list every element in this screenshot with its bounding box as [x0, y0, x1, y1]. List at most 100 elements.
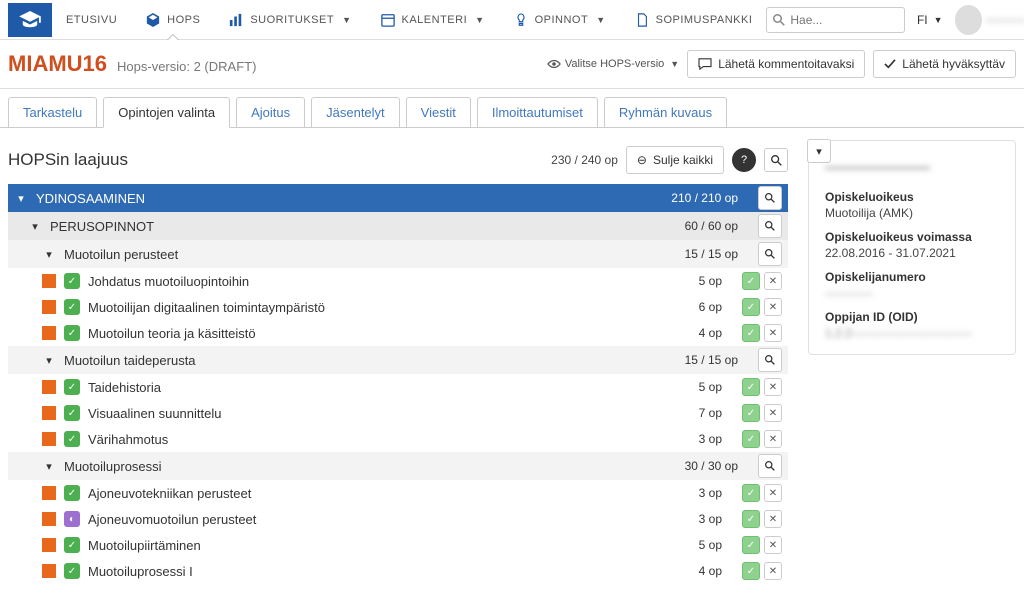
tabs: Tarkastelu Opintojen valinta Ajoitus Jäs…	[0, 89, 1024, 128]
detail-button[interactable]	[758, 454, 782, 478]
remove-button[interactable]: ✕	[764, 536, 782, 554]
help-button[interactable]: ?	[732, 148, 756, 172]
detail-button[interactable]	[758, 186, 782, 210]
app-logo[interactable]	[8, 3, 52, 37]
search-input-wrap[interactable]	[766, 7, 905, 33]
lang-select[interactable]: FI▼	[917, 13, 943, 27]
tab-ajoitus[interactable]: Ajoitus	[236, 97, 305, 128]
remove-button[interactable]: ✕	[764, 378, 782, 396]
send-comment-button[interactable]: Lähetä kommentoitavaksi	[687, 50, 865, 78]
plan-version: Hops-versio: 2 (DRAFT)	[117, 59, 256, 74]
student-card: ▾ ——————— Opiskeluoikeus Muotoilija (AMK…	[808, 140, 1016, 355]
detail-button[interactable]	[758, 214, 782, 238]
zoom-button[interactable]	[764, 148, 788, 172]
accept-button[interactable]: ✓	[742, 536, 760, 554]
comment-icon	[698, 58, 712, 70]
total-credits: 230 / 240 op	[551, 153, 618, 167]
tab-viestit[interactable]: Viestit	[406, 97, 471, 128]
remove-button[interactable]: ✕	[764, 298, 782, 316]
nav-contracts[interactable]: SOPIMUSPANKKI	[620, 0, 767, 40]
nav-calendar[interactable]: KALENTERI▼	[366, 0, 499, 40]
status-square	[42, 432, 56, 446]
detail-button[interactable]	[758, 348, 782, 372]
status-square	[42, 406, 56, 420]
user-name[interactable]: ———	[986, 12, 1016, 27]
version-selector[interactable]: Valitse HOPS-versio▼	[547, 58, 679, 70]
scope-title: HOPSin laajuus	[8, 150, 128, 170]
close-all-button[interactable]: ⊖ Sulje kaikki	[626, 146, 724, 174]
course-row: ✓Muotoiluprosessi I 4 op ✓✕	[8, 558, 788, 584]
group-g3: ▾Muotoiluprosessi 30 / 30 op	[8, 452, 788, 480]
group-g2: ▾Muotoilun taideperusta 15 / 15 op	[8, 346, 788, 374]
remove-button[interactable]: ✕	[764, 510, 782, 528]
accept-button[interactable]: ✓	[742, 404, 760, 422]
tab-opintojen-valinta[interactable]: Opintojen valinta	[103, 97, 230, 128]
chevron-down-icon[interactable]: ▾	[42, 460, 56, 473]
oid-label: Oppijan ID (OID)	[825, 310, 999, 324]
oid-value: 1.2.2——————————	[825, 326, 999, 340]
nav-results[interactable]: SUORITUKSET▼	[214, 0, 365, 40]
chevron-down-icon[interactable]: ▾	[14, 192, 28, 205]
nav-studies[interactable]: OPINNOT▼	[499, 0, 620, 40]
top-nav: ETUSIVU HOPS SUORITUKSET▼ KALENTERI▼ OPI…	[0, 0, 1024, 40]
accept-button[interactable]: ✓	[742, 484, 760, 502]
nav-home[interactable]: ETUSIVU	[52, 0, 131, 40]
search-input[interactable]	[790, 13, 898, 27]
remove-button[interactable]: ✕	[764, 430, 782, 448]
student-number-value: ————	[825, 286, 999, 300]
avatar[interactable]	[955, 5, 982, 35]
caret-down-icon: ▼	[596, 15, 605, 25]
valid-value: 22.08.2016 - 31.07.2021	[825, 246, 999, 260]
chevron-down-icon[interactable]: ▾	[28, 220, 42, 233]
tab-ryhman-kuvaus[interactable]: Ryhmän kuvaus	[604, 97, 727, 128]
eye-icon	[547, 59, 561, 69]
check-badge-icon: ✓	[64, 537, 80, 553]
check-icon	[884, 59, 896, 69]
student-number-label: Opiskelijanumero	[825, 270, 999, 284]
status-square	[42, 380, 56, 394]
group-basic: ▾PERUSOPINNOT 60 / 60 op	[8, 212, 788, 240]
caret-down-icon: ▼	[475, 15, 484, 25]
cube-icon	[145, 12, 161, 28]
calendar-icon	[380, 12, 396, 28]
course-row: ✓Muotoilun teoria ja käsitteistö 4 op ✓✕	[8, 320, 788, 346]
status-square	[42, 538, 56, 552]
nav-hops[interactable]: HOPS	[131, 0, 214, 40]
accept-button[interactable]: ✓	[742, 324, 760, 342]
status-square	[42, 300, 56, 314]
student-name: ———————	[825, 159, 999, 176]
caret-down-icon: ▼	[342, 15, 351, 25]
course-row: ◐Ajoneuvomuotoilun perusteet 3 op ✓✕	[8, 506, 788, 532]
status-square	[42, 326, 56, 340]
remove-button[interactable]: ✕	[764, 324, 782, 342]
accept-button[interactable]: ✓	[742, 378, 760, 396]
accept-button[interactable]: ✓	[742, 510, 760, 528]
check-badge-icon: ✓	[64, 485, 80, 501]
tab-tarkastelu[interactable]: Tarkastelu	[8, 97, 97, 128]
chevron-down-icon[interactable]: ▾	[42, 248, 56, 261]
check-badge-icon: ✓	[64, 379, 80, 395]
detail-button[interactable]	[758, 242, 782, 266]
course-row: ✓Muotoilupiirtäminen 5 op ✓✕	[8, 532, 788, 558]
remove-button[interactable]: ✕	[764, 404, 782, 422]
group-g1: ▾Muotoilun perusteet 15 / 15 op	[8, 240, 788, 268]
tab-jasentelyt[interactable]: Jäsentelyt	[311, 97, 400, 128]
chevron-down-icon[interactable]: ▾	[42, 354, 56, 367]
check-badge-icon: ✓	[64, 299, 80, 315]
course-row: ✓Johdatus muotoiluopintoihin 5 op ✓✕	[8, 268, 788, 294]
accept-button[interactable]: ✓	[742, 298, 760, 316]
document-icon	[634, 12, 650, 28]
accept-button[interactable]: ✓	[742, 430, 760, 448]
remove-button[interactable]: ✕	[764, 484, 782, 502]
accept-button[interactable]: ✓	[742, 272, 760, 290]
remove-button[interactable]: ✕	[764, 562, 782, 580]
check-badge-icon: ✓	[64, 405, 80, 421]
send-approve-button[interactable]: Lähetä hyväksyttäv	[873, 50, 1016, 78]
accept-button[interactable]: ✓	[742, 562, 760, 580]
course-row: ✓Ajoneuvotekniikan perusteet 3 op ✓✕	[8, 480, 788, 506]
status-square	[42, 564, 56, 578]
tab-ilmoittautumiset[interactable]: Ilmoittautumiset	[477, 97, 598, 128]
plan-code: MIAMU16	[8, 51, 107, 77]
remove-button[interactable]: ✕	[764, 272, 782, 290]
course-row: ✓Visuaalinen suunnittelu 7 op ✓✕	[8, 400, 788, 426]
